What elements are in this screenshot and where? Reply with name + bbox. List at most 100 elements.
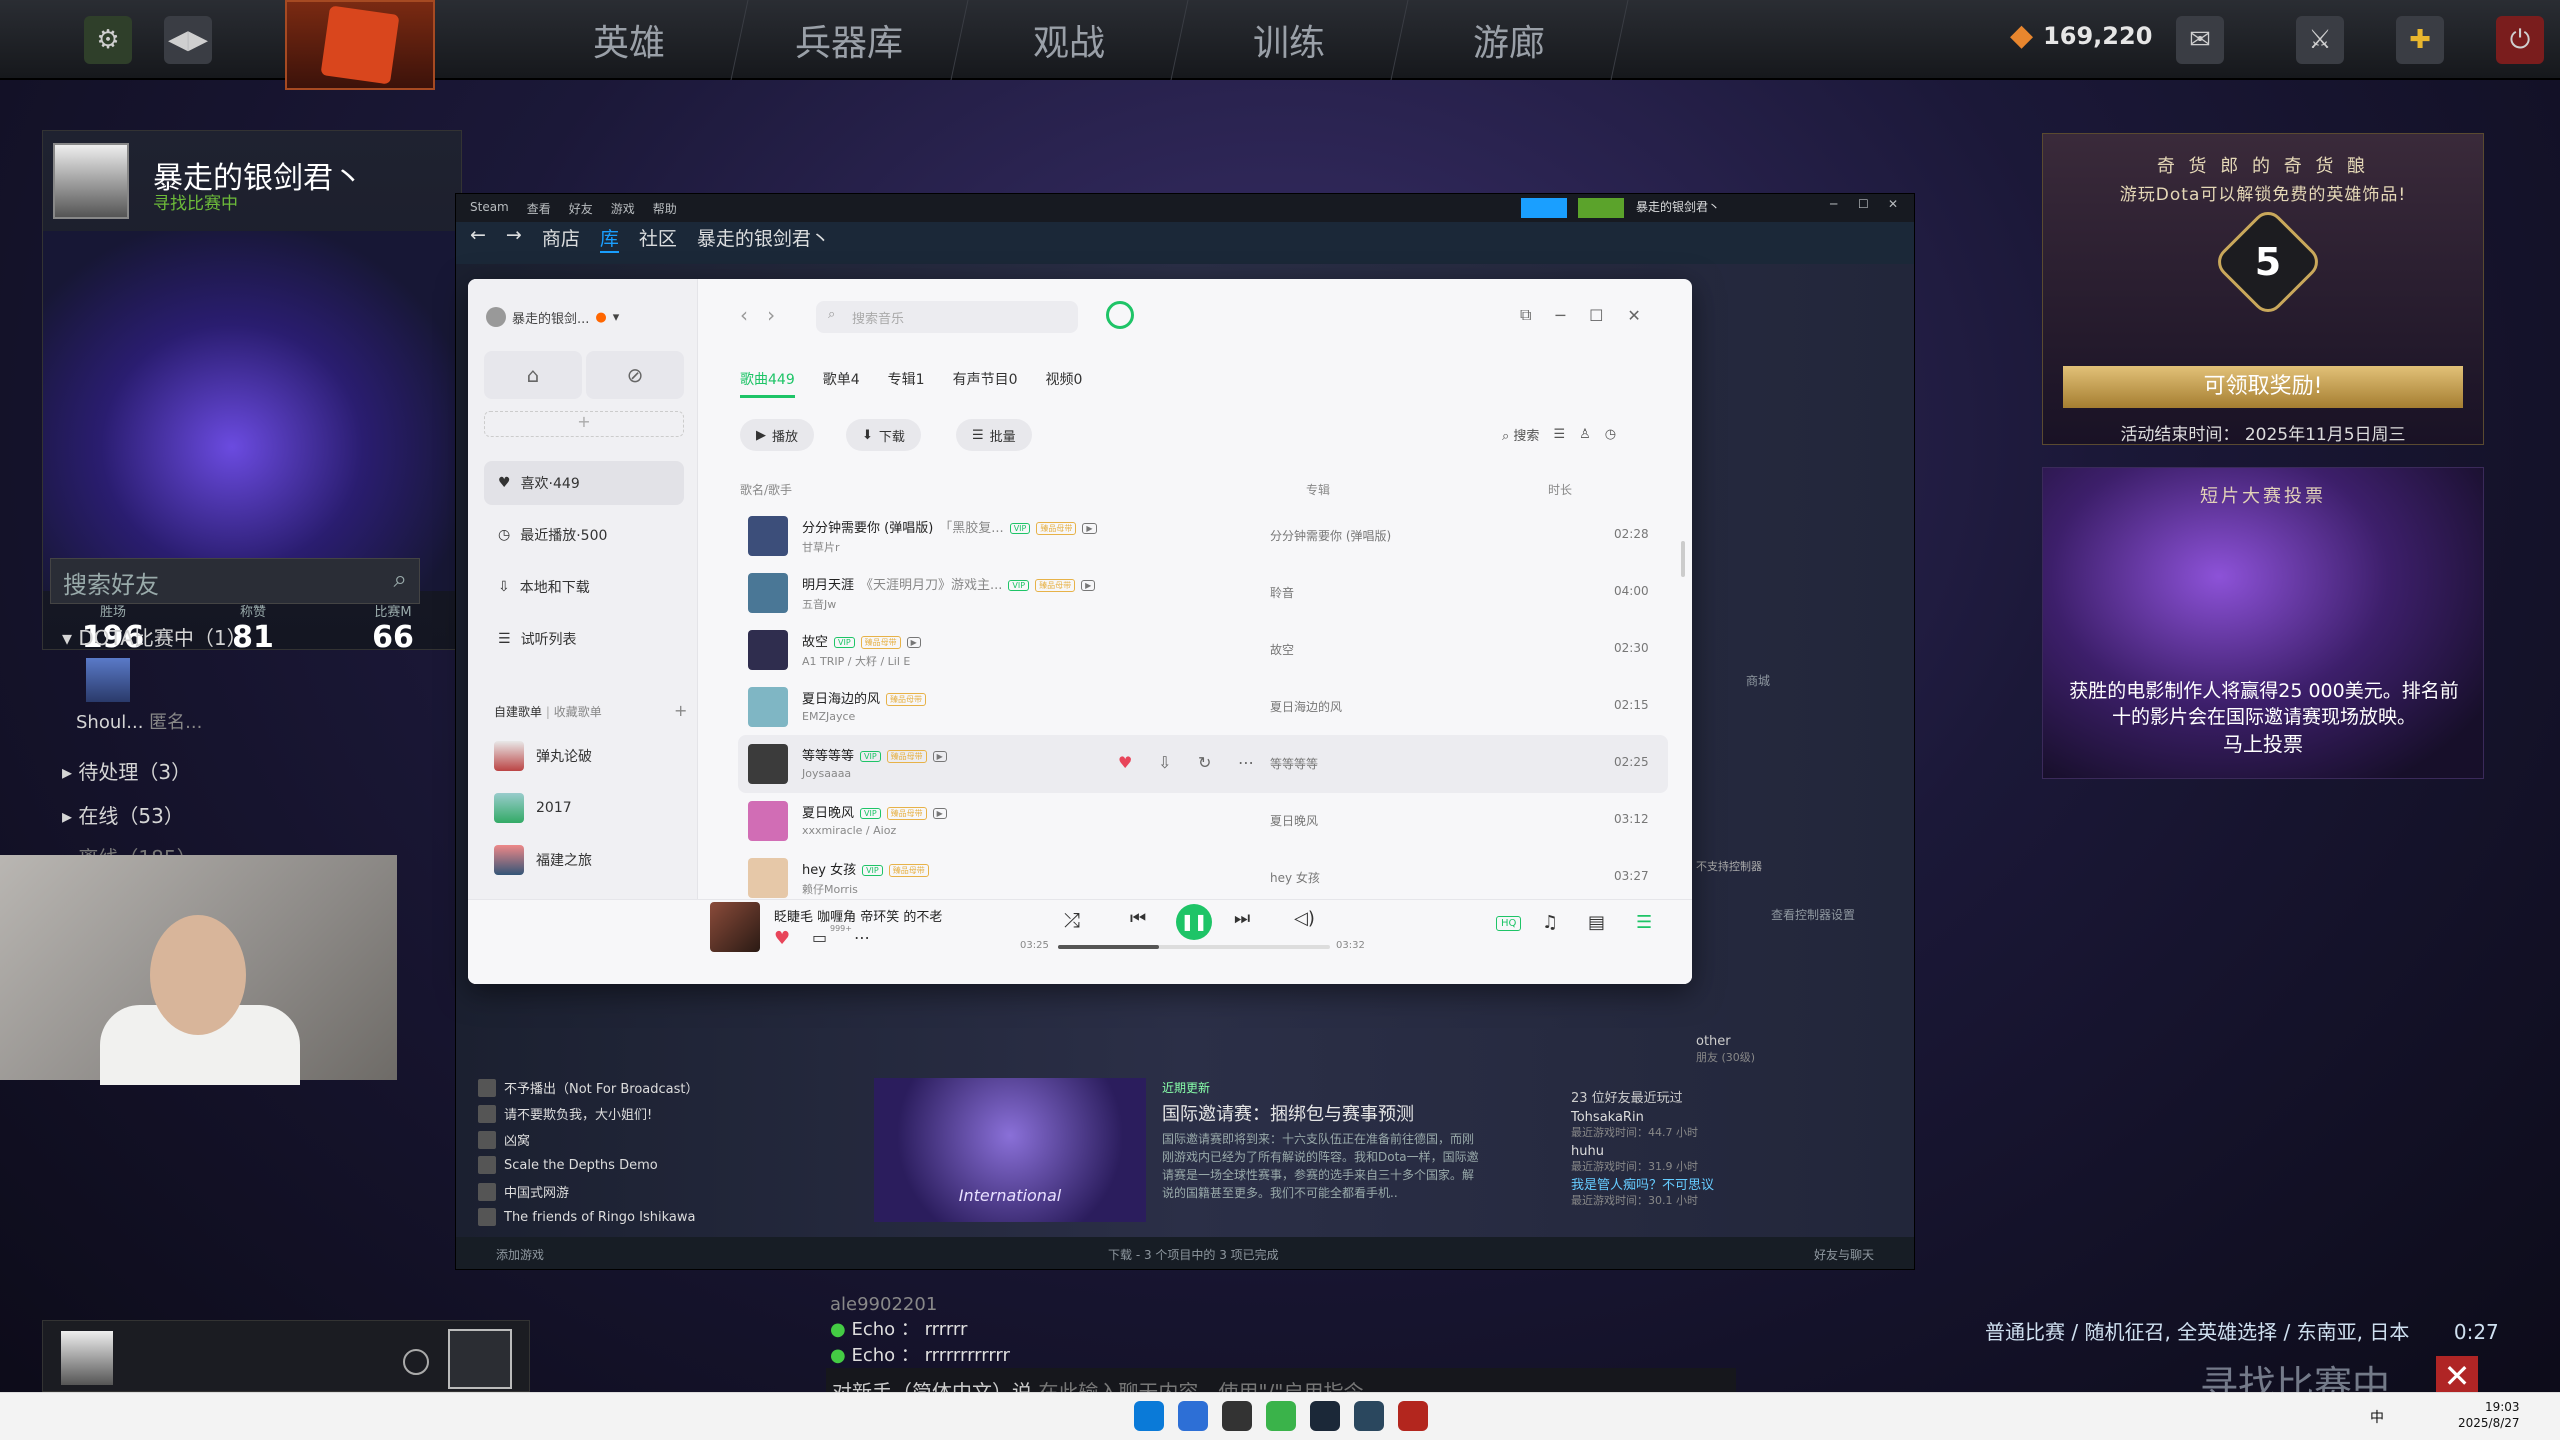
song-cover[interactable] — [748, 516, 788, 556]
claim-reward-button[interactable]: 可领取奖励! — [2063, 366, 2463, 408]
tab-videos[interactable]: 视频0 — [1046, 369, 1083, 398]
song-artist[interactable]: 五音Jw — [802, 596, 836, 612]
game-row[interactable]: The friends of Ringo Ishikawa — [478, 1208, 695, 1226]
friend-group-pending[interactable]: ▸ 待处理（3） — [62, 756, 191, 785]
tab-library[interactable]: 库 — [599, 224, 619, 253]
tab-albums[interactable]: 专辑1 — [888, 369, 925, 398]
account-menu[interactable]: 暴走的银剑君丶 — [1636, 198, 1720, 215]
song-row[interactable]: 夏日晚风 VIP 臻品母带 ▶ xxxmiracle / Aioz 夏日晚风 03:12 — [738, 792, 1668, 850]
col-album[interactable]: 专辑 — [1306, 481, 1330, 498]
song-title[interactable]: 等等等等 VIP 臻品母带 ▶ — [802, 745, 947, 764]
system-clock[interactable]: 19:03 2025/8/27 — [2458, 1399, 2520, 1431]
song-title[interactable]: hey 女孩 VIP 臻品母带 — [802, 859, 929, 878]
song-cover[interactable] — [748, 744, 788, 784]
heart-icon[interactable]: ♥ — [1118, 753, 1132, 772]
volume-icon[interactable]: ◁) — [1294, 908, 1315, 929]
party-member-avatar[interactable] — [61, 1331, 113, 1385]
download-button[interactable]: ⬇ 下载 — [846, 419, 921, 451]
discover-icon[interactable]: ⊘ — [586, 351, 684, 399]
quality-badge[interactable]: HQ — [1496, 916, 1522, 931]
controller-settings-link[interactable]: 查看控制器设置 — [1771, 906, 1855, 923]
batch-button[interactable]: ☰ 批量 — [956, 419, 1032, 451]
progress-bar[interactable] — [1058, 945, 1330, 949]
song-cover[interactable] — [748, 630, 788, 670]
view-list-icon[interactable]: ☰ — [1553, 427, 1565, 442]
more-icon[interactable]: ⋯ — [1238, 753, 1254, 772]
song-row[interactable]: 等等等等 VIP 臻品母带 ▶ Joysaaaa 等等等等 02:25 ♥ ⇩ ↻ ⋯ — [738, 735, 1668, 793]
song-album[interactable]: 分分钟需要你 (弹唱版) — [1270, 527, 1391, 544]
nav-armory[interactable]: 兵器库 — [731, 0, 969, 80]
steam-icon[interactable] — [1354, 1401, 1384, 1431]
game-row[interactable]: 不予播出（Not For Broadcast） — [478, 1078, 699, 1097]
ime-indicator[interactable]: 中 — [2370, 1407, 2384, 1427]
song-album[interactable]: 等等等等 — [1270, 755, 1318, 772]
song-title[interactable]: 明月天涯 《天涯明月刀》游戏主... VIP 臻品母带 ▶ — [802, 574, 1096, 593]
music-app-icon[interactable] — [1266, 1401, 1296, 1431]
menu-help[interactable]: 帮助 — [653, 200, 677, 216]
song-album[interactable]: hey 女孩 — [1270, 869, 1320, 886]
dota-logo[interactable] — [285, 0, 435, 90]
game-row[interactable]: 凶窝 — [478, 1130, 530, 1149]
friends-chat-button[interactable]: 好友与聊天 — [1814, 1246, 1874, 1263]
add-game-button[interactable]: 添加游戏 — [496, 1246, 544, 1263]
power-icon[interactable]: ⏻ — [2496, 16, 2544, 64]
nav-back-icon[interactable]: ← — [470, 224, 486, 253]
friend-group-online[interactable]: ▸ 在线（53） — [62, 800, 184, 829]
close-icon[interactable]: ✕ — [1627, 306, 1640, 325]
playlist-tabs[interactable]: 自建歌单 | 收藏歌单 — [494, 703, 602, 720]
maximize-icon[interactable]: ☐ — [1858, 197, 1869, 211]
tab-store[interactable]: 商店 — [542, 224, 580, 253]
sidebar-item-liked[interactable]: ♥ 喜欢·449 — [484, 461, 684, 505]
back-arrows-icon[interactable]: ◀▶ — [164, 16, 212, 64]
equalizer-icon[interactable]: ♫ — [1542, 912, 1558, 933]
comment-icon[interactable]: ▭ — [812, 928, 827, 947]
scrollbar[interactable] — [1681, 541, 1685, 577]
friend-item[interactable]: TohsakaRin 最近游戏时间：44.7 小时 — [1571, 1110, 1698, 1140]
lyrics-icon[interactable]: ▤ — [1588, 912, 1605, 933]
song-row[interactable]: 故空 VIP 臻品母带 ▶ A1 TRIP / 大籽 / Lil E 故空 02:30 — [738, 621, 1668, 679]
col-song[interactable]: 歌名/歌手 — [740, 481, 792, 498]
minimize-icon[interactable]: ─ — [1555, 306, 1565, 325]
announce-button[interactable] — [1521, 198, 1567, 218]
playlist-queue-icon[interactable]: ☰ — [1636, 912, 1652, 933]
song-row[interactable]: 明月天涯 《天涯明月刀》游戏主... VIP 臻品母带 ▶ 五音Jw 聆音 04:00 — [738, 564, 1668, 622]
menu-view[interactable]: 查看 — [527, 200, 551, 216]
friend-item[interactable]: 我是管人痴吗？不可思议 最近游戏时间：30.1 小时 — [1571, 1178, 1714, 1208]
song-album[interactable]: 故空 — [1270, 641, 1294, 658]
tab-songs[interactable]: 歌曲449 — [740, 369, 795, 398]
game-row[interactable]: Scale the Depths Demo — [478, 1156, 658, 1174]
download-status[interactable]: 下载 - 3 个项目中的 3 项已完成 — [1108, 1246, 1279, 1263]
music-user[interactable]: 暴走的银剑... ● ▾ — [486, 307, 619, 327]
song-artist[interactable]: Joysaaaa — [802, 767, 851, 780]
music-search-input[interactable]: ⌕ 搜索音乐 — [816, 301, 1078, 333]
friend-entry[interactable]: Shoul... 匿名... — [76, 708, 202, 734]
friend-group-in-match[interactable]: ▾ DOTA比赛中（1） — [62, 622, 247, 651]
notification-button[interactable] — [1578, 198, 1624, 218]
song-album[interactable]: 夏日晚风 — [1270, 812, 1318, 829]
song-row[interactable]: 夏日海边的风 臻品母带 EMZJayce 夏日海边的风 02:15 — [738, 678, 1668, 736]
settings-gear-icon[interactable]: ⚙ — [84, 16, 132, 64]
recognize-icon[interactable] — [1106, 301, 1134, 329]
vote-now-button[interactable]: 马上投票 — [2043, 728, 2483, 757]
rank-badge[interactable] — [448, 1329, 512, 1389]
menu-games[interactable]: 游戏 — [611, 200, 635, 216]
playlist-item[interactable]: 弹丸论破 — [494, 741, 592, 771]
song-artist[interactable]: A1 TRIP / 大籽 / Lil E — [802, 653, 910, 669]
col-duration[interactable]: 时长 — [1548, 481, 1572, 498]
app-icon[interactable] — [1178, 1401, 1208, 1431]
add-shortcut-button[interactable]: + — [484, 411, 684, 437]
tab-playlists[interactable]: 歌单4 — [823, 369, 860, 398]
play-all-button[interactable]: ▶ 播放 — [740, 419, 815, 451]
plus-icon[interactable]: ✚ — [2396, 16, 2444, 64]
nav-heroes[interactable]: 英雄 — [511, 0, 749, 80]
close-icon[interactable]: ✕ — [1888, 197, 1898, 211]
movie-vote-panel[interactable]: 短片大赛投票 获胜的电影制作人将赢得25 000美元。排名前十的影片会在国际邀请… — [2042, 467, 2484, 779]
sidebar-item-recent[interactable]: ◷ 最近播放·500 — [484, 513, 684, 557]
nav-learn[interactable]: 训练 — [1171, 0, 1409, 80]
minimize-icon[interactable]: ─ — [1830, 197, 1837, 211]
game-row[interactable]: 请不要欺负我，大小姐们! — [478, 1104, 652, 1123]
song-album[interactable]: 聆音 — [1270, 584, 1294, 601]
song-title[interactable]: 夏日海边的风 臻品母带 — [802, 688, 927, 707]
start-icon[interactable] — [1134, 1401, 1164, 1431]
song-artist[interactable]: 赖仔Morris — [802, 881, 858, 897]
